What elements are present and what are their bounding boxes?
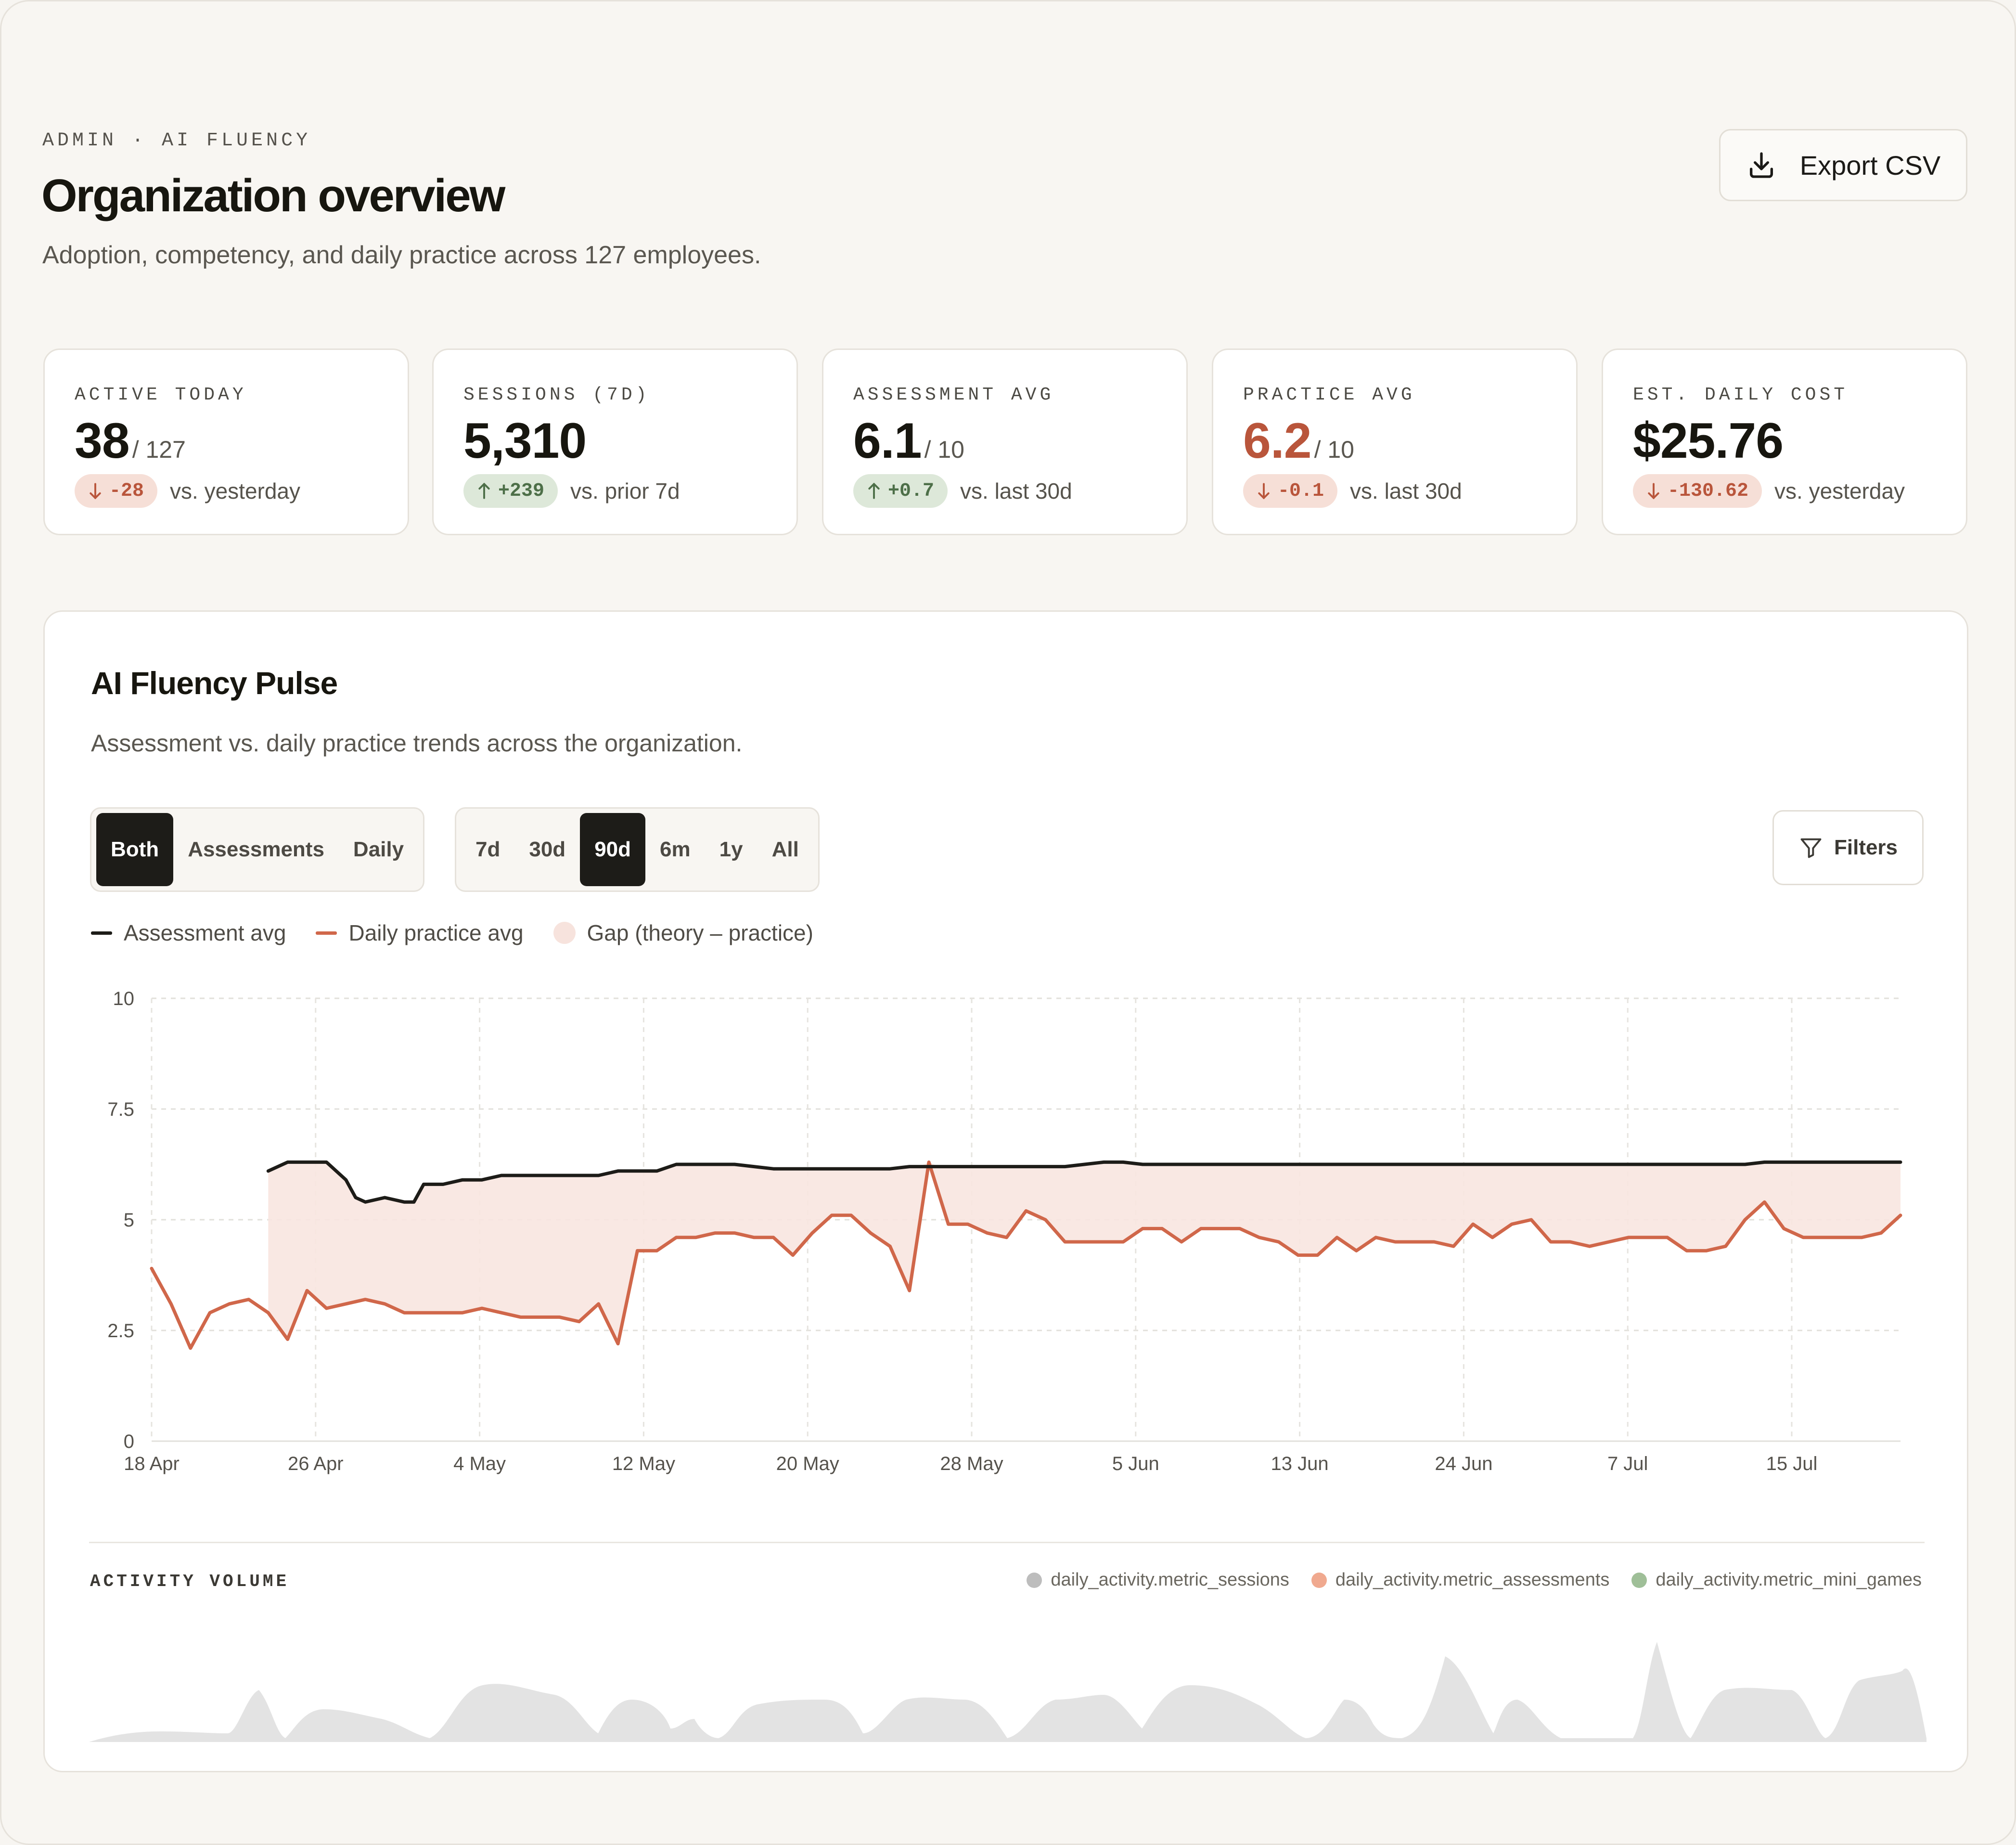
y-tick-label: 2.5	[107, 1320, 134, 1342]
kpi-comparison: vs. prior 7d	[570, 478, 680, 503]
app-window: ADMIN · AI FLUENCY Organization overview…	[0, 0, 2016, 1845]
arrow-down-icon	[1258, 483, 1270, 499]
x-tick-label: 18 Apr	[124, 1453, 180, 1474]
kpi-comparison: vs. yesterday	[1774, 478, 1905, 503]
y-tick-label: 0	[124, 1431, 134, 1452]
page-subtitle: Adoption, competency, and daily practice…	[42, 241, 761, 269]
page-title: Organization overview	[41, 170, 505, 221]
pulse-line-chart: 0 2.5 5 7.5 10 18 Apr 26 Apr 4 May 12 May 20 May 2…	[107, 988, 1902, 1474]
kpi-suffix: / 10	[1314, 436, 1354, 463]
arrow-down-icon	[1648, 483, 1659, 499]
section-divider	[89, 1542, 1925, 1543]
kpi-label: PRACTICE AVG	[1243, 385, 1415, 405]
export-csv-label: Export CSV	[1799, 150, 1941, 181]
activity-legend-mini-games: daily_activity.metric_mini_games	[1631, 1570, 1922, 1590]
arrow-down-icon	[90, 483, 101, 499]
y-tick-label: 5	[124, 1210, 134, 1231]
kpi-label: ACTIVE TODAY	[75, 385, 247, 405]
activity-legend-sessions: daily_activity.metric_sessions	[1027, 1570, 1289, 1590]
kpi-comparison: vs. yesterday	[170, 478, 301, 503]
download-icon	[1749, 152, 1773, 178]
kpi-value: 6.2	[1243, 413, 1312, 469]
y-tick-label: 10	[113, 988, 135, 1009]
kpi-delta-badge: -130.62	[1633, 474, 1762, 508]
kpi-delta-badge: -0.1	[1243, 474, 1338, 508]
activity-legend: daily_activity.metric_sessions daily_act…	[1027, 1570, 1922, 1590]
kpi-value: $25.76	[1633, 413, 1784, 469]
breadcrumb: ADMIN · AI FLUENCY	[42, 130, 311, 152]
activity-volume-chart	[89, 1642, 1926, 1742]
kpi-card-practice-avg: PRACTICE AVG 6.2/ 10 -0.1 vs. last 30d	[1212, 348, 1578, 535]
kpi-suffix: / 127	[132, 436, 186, 463]
x-tick-label: 12 May	[612, 1453, 675, 1474]
kpi-value: 38	[75, 413, 130, 469]
x-tick-label: 5 Jun	[1112, 1453, 1159, 1474]
kpi-comparison: vs. last 30d	[960, 478, 1072, 503]
kpi-delta-badge: +0.7	[853, 474, 948, 508]
arrow-up-icon	[478, 483, 490, 499]
y-tick-label: 7.5	[107, 1099, 134, 1120]
export-csv-button[interactable]: Export CSV	[1719, 129, 1967, 201]
kpi-delta-badge: -28	[75, 474, 158, 508]
activity-volume-title: ACTIVITY VOLUME	[90, 1572, 290, 1591]
kpi-label: EST. DAILY COST	[1633, 385, 1849, 405]
kpi-suffix: / 10	[924, 436, 964, 463]
x-tick-label: 15 Jul	[1766, 1453, 1818, 1474]
kpi-card-daily-cost: EST. DAILY COST $25.76 -130.62 vs. yeste…	[1602, 348, 1967, 535]
kpi-card-assessment-avg: ASSESSMENT AVG 6.1/ 10 +0.7 vs. last 30d	[822, 348, 1188, 535]
fluency-pulse-card: AI Fluency Pulse Assessment vs. daily pr…	[43, 610, 1968, 1772]
x-tick-label: 28 May	[940, 1453, 1003, 1474]
kpi-comparison: vs. last 30d	[1350, 478, 1462, 503]
x-tick-label: 7 Jul	[1607, 1453, 1648, 1474]
x-tick-label: 26 Apr	[288, 1453, 344, 1474]
arrow-up-icon	[868, 483, 880, 499]
x-tick-label: 4 May	[453, 1453, 506, 1474]
x-tick-label: 24 Jun	[1435, 1453, 1492, 1474]
x-tick-label: 20 May	[776, 1453, 839, 1474]
kpi-value: 5,310	[463, 413, 587, 469]
activity-legend-assessments: daily_activity.metric_assessments	[1311, 1570, 1609, 1590]
kpi-label: ASSESSMENT AVG	[853, 385, 1054, 405]
kpi-label: SESSIONS (7D)	[463, 385, 650, 405]
activity-sessions-area	[89, 1642, 1926, 1742]
x-tick-label: 13 Jun	[1271, 1453, 1329, 1474]
kpi-delta-badge: +239	[463, 474, 558, 508]
kpi-card-active-today: ACTIVE TODAY 38/ 127 -28 vs. yesterday	[43, 348, 409, 535]
kpi-value: 6.1	[853, 413, 922, 469]
kpi-card-sessions: SESSIONS (7D) 5,310 +239 vs. prior 7d	[432, 348, 798, 535]
